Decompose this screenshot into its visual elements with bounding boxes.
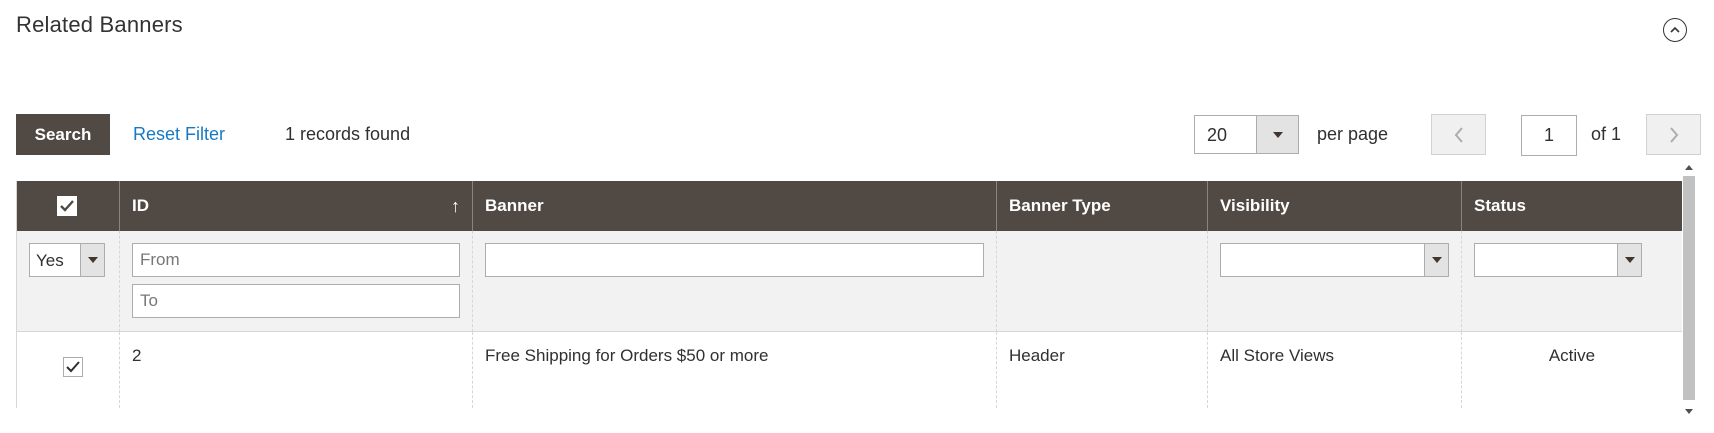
filter-cell-id (119, 231, 472, 332)
filter-row: Yes (17, 231, 1682, 332)
collapse-section-button[interactable] (1663, 18, 1687, 42)
status-filter-select[interactable] (1474, 243, 1642, 277)
column-header-label: Status (1474, 196, 1526, 215)
column-header-status[interactable]: Status (1461, 181, 1682, 231)
cell-banner-type: Header (996, 332, 1207, 408)
scroll-down-icon[interactable] (1684, 406, 1694, 416)
column-header-banner-type[interactable]: Banner Type (996, 181, 1207, 231)
grid-scrollbar[interactable] (1681, 158, 1699, 420)
next-page-button[interactable] (1646, 114, 1701, 155)
chevron-right-icon (1669, 126, 1678, 143)
per-page-select[interactable]: 20 (1194, 115, 1299, 154)
id-from-input[interactable] (132, 243, 460, 277)
filter-cell-visibility (1207, 231, 1461, 332)
banners-grid: ID ↑ Banner Banner Type Visibility Statu… (16, 181, 1682, 408)
checkmark-icon (60, 200, 74, 212)
sort-ascending-icon: ↑ (451, 196, 460, 216)
cell-id: 2 (119, 332, 472, 408)
header-select-all[interactable] (17, 181, 119, 231)
total-pages-label: of 1 (1591, 124, 1622, 144)
filter-cell-select: Yes (17, 231, 119, 332)
row-checkbox[interactable] (63, 357, 83, 377)
filter-cell-banner (472, 231, 996, 332)
chevron-up-icon (1670, 26, 1680, 33)
reset-filter-link[interactable]: Reset Filter (133, 124, 225, 145)
scrollbar-thumb[interactable] (1683, 176, 1695, 400)
select-all-checkbox[interactable] (57, 196, 77, 216)
per-page-label: per page (1317, 124, 1389, 144)
checkmark-icon (66, 361, 80, 373)
dropdown-arrow-icon[interactable] (80, 244, 104, 276)
select-value: Yes (36, 251, 64, 270)
per-page-value: 20 (1207, 125, 1228, 145)
visibility-filter-select[interactable] (1220, 243, 1449, 277)
scroll-up-icon[interactable] (1684, 162, 1694, 172)
grid-toolbar: Search Reset Filter 1 records found 20 p… (16, 114, 1701, 156)
section-title: Related Banners (16, 12, 183, 37)
table-row[interactable]: 2 Free Shipping for Orders $50 or more H… (17, 332, 1682, 408)
id-to-input[interactable] (132, 284, 460, 318)
previous-page-button[interactable] (1431, 114, 1486, 155)
grid-header-row: ID ↑ Banner Banner Type Visibility Statu… (17, 181, 1682, 231)
banner-filter-input[interactable] (485, 243, 984, 277)
column-header-label: Banner Type (1009, 196, 1111, 215)
column-header-id[interactable]: ID ↑ (119, 181, 472, 231)
dropdown-arrow-icon[interactable] (1617, 244, 1641, 276)
current-page-input[interactable] (1521, 115, 1577, 156)
row-select-cell (17, 332, 119, 408)
cell-status: Active (1461, 332, 1682, 408)
filter-cell-banner-type (996, 231, 1207, 332)
records-count: 1 records found (285, 124, 411, 144)
cell-banner: Free Shipping for Orders $50 or more (472, 332, 996, 408)
search-button[interactable]: Search (16, 114, 110, 155)
filter-cell-status (1461, 231, 1682, 332)
column-header-visibility[interactable]: Visibility (1207, 181, 1461, 231)
dropdown-arrow-icon[interactable] (1256, 116, 1298, 153)
chevron-left-icon (1454, 126, 1463, 143)
column-header-label: Visibility (1220, 196, 1290, 215)
column-header-banner[interactable]: Banner (472, 181, 996, 231)
column-header-label: Banner (485, 196, 544, 215)
in-grid-filter-select[interactable]: Yes (29, 243, 105, 277)
dropdown-arrow-icon[interactable] (1424, 244, 1448, 276)
cell-visibility: All Store Views (1207, 332, 1461, 408)
column-header-label: ID (132, 196, 149, 215)
